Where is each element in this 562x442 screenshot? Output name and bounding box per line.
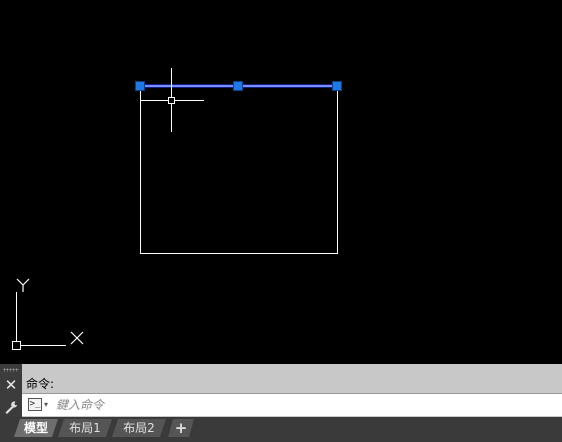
drag-grip-handle[interactable]	[3, 368, 19, 372]
command-input-row: >_ ▾	[22, 393, 562, 416]
drawing-canvas[interactable]	[0, 0, 562, 364]
tab-layout1[interactable]: 布局1	[58, 419, 112, 437]
wrench-icon[interactable]	[2, 399, 20, 415]
command-line-sidebar: ✕	[0, 364, 22, 417]
tab-layout2[interactable]: 布局2	[112, 419, 166, 437]
grip-right-endpoint[interactable]	[332, 81, 342, 91]
command-history-text: 命令:	[26, 377, 55, 391]
grip-midpoint[interactable]	[233, 81, 243, 91]
command-prompt-icon[interactable]: >_	[28, 398, 42, 411]
command-input[interactable]	[56, 396, 536, 414]
grip-left-endpoint[interactable]	[135, 81, 145, 91]
add-layout-button[interactable]: +	[168, 419, 194, 437]
close-icon[interactable]: ✕	[0, 376, 22, 394]
layout-tab-bar: 模型 布局1 布局2 +	[0, 417, 562, 442]
ucs-icon	[12, 278, 84, 350]
chevron-down-icon[interactable]: ▾	[44, 398, 48, 412]
canvas-svg	[12, 68, 342, 350]
tab-model[interactable]: 模型	[14, 419, 58, 437]
command-line-panel: ✕ 命令: >_ ▾	[0, 364, 562, 417]
crosshair-cursor-icon	[140, 68, 204, 132]
